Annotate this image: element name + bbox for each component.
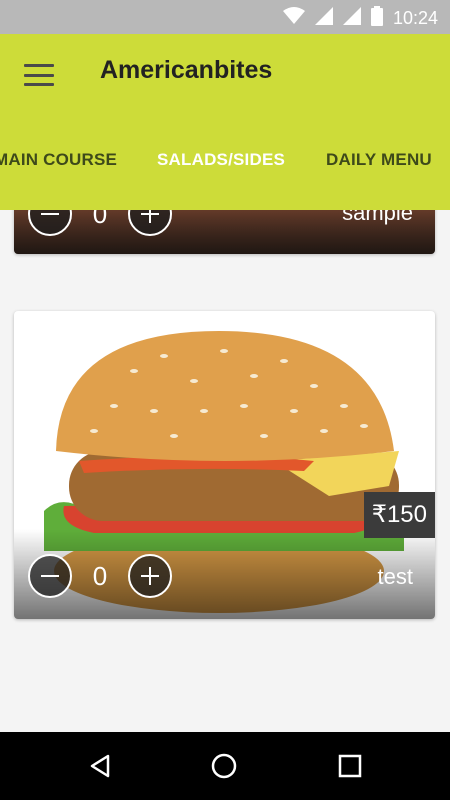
menu-icon[interactable]: [24, 64, 54, 86]
home-icon[interactable]: [210, 752, 238, 780]
status-icons: 10:24: [282, 6, 438, 31]
category-tabs: MAIN COURSE SALADS/SIDES DAILY MENU: [0, 150, 450, 180]
app-bar: Americanbites MAIN COURSE SALADS/SIDES D…: [0, 34, 450, 210]
signal-icon: [314, 7, 333, 30]
tab-main-course[interactable]: MAIN COURSE: [0, 150, 117, 170]
price-badge: ₹150: [363, 492, 435, 538]
quantity-stepper: 0: [28, 210, 172, 236]
menu-list[interactable]: 0 sample ₹150 0 test: [0, 210, 450, 732]
item-name: sample: [342, 210, 413, 225]
status-time: 10:24: [392, 8, 438, 28]
quantity-stepper: 0: [28, 554, 172, 598]
minus-icon: [41, 213, 59, 215]
decrease-button[interactable]: [28, 554, 72, 598]
signal-icon-2: [342, 7, 361, 30]
menu-item-card[interactable]: 0 sample: [14, 210, 435, 254]
tab-daily-menu[interactable]: DAILY MENU: [326, 150, 432, 170]
quantity-value: 0: [92, 210, 108, 229]
decrease-button[interactable]: [28, 210, 72, 236]
increase-button[interactable]: [128, 210, 172, 236]
plus-icon: [141, 210, 159, 223]
navigation-bar: [0, 732, 450, 800]
menu-item-card[interactable]: ₹150 0 test: [14, 311, 435, 619]
battery-icon: [370, 6, 383, 31]
plus-icon: [141, 567, 159, 585]
status-bar: 10:24: [0, 0, 450, 34]
recents-icon[interactable]: [336, 752, 364, 780]
back-icon[interactable]: [86, 752, 114, 780]
increase-button[interactable]: [128, 554, 172, 598]
wifi-icon: [282, 7, 305, 30]
tab-salads-sides[interactable]: SALADS/SIDES: [157, 150, 285, 170]
minus-icon: [41, 575, 59, 577]
item-name: test: [377, 564, 413, 589]
app-title: Americanbites: [100, 56, 273, 84]
quantity-value: 0: [92, 560, 108, 591]
